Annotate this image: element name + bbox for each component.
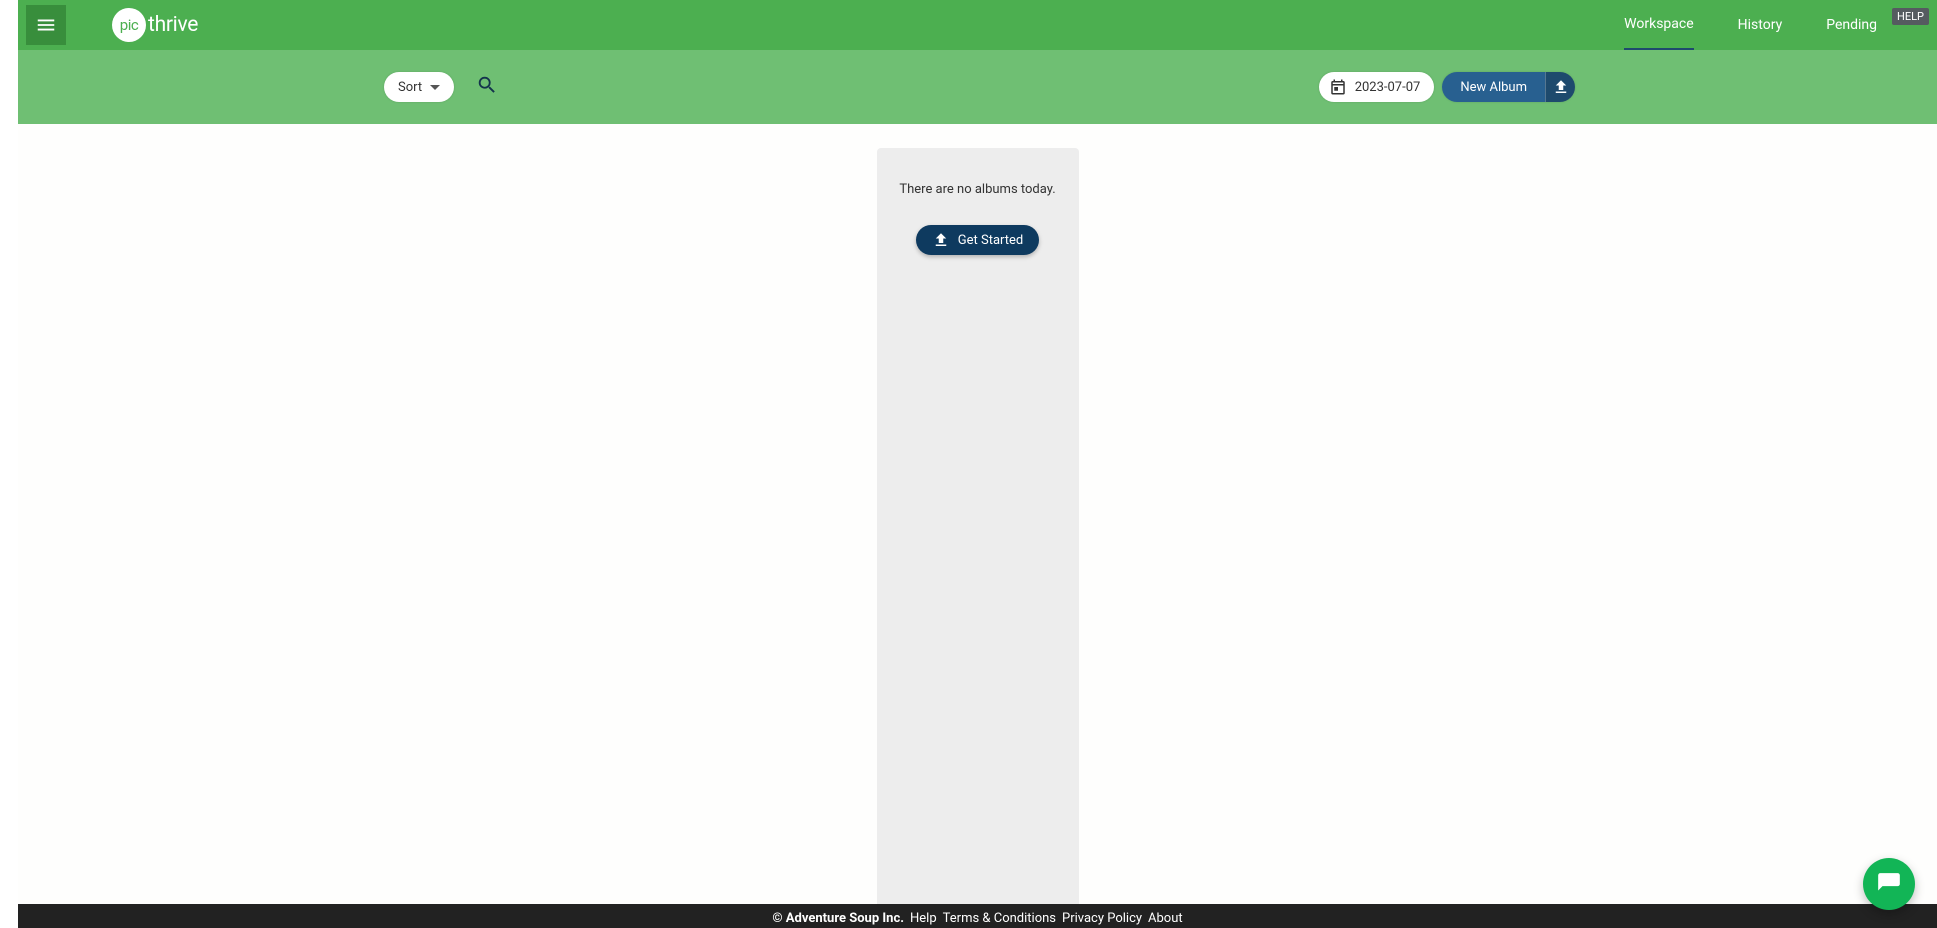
- sort-label: Sort: [398, 80, 422, 95]
- nav-tabs: Workspace History Pending HELP: [1602, 0, 1899, 50]
- new-album-button[interactable]: New Album: [1442, 72, 1545, 102]
- footer-link-label: About: [1148, 911, 1183, 926]
- date-picker-chip[interactable]: 2023-07-07: [1319, 72, 1435, 102]
- tab-label: Pending: [1826, 17, 1877, 33]
- sort-chip[interactable]: Sort: [384, 72, 454, 102]
- tab-workspace[interactable]: Workspace: [1624, 0, 1694, 50]
- footer: © Adventure Soup Inc. Help Terms & Condi…: [18, 904, 1937, 928]
- footer-link-help[interactable]: Help: [910, 911, 937, 926]
- empty-state-message: There are no albums today.: [893, 182, 1063, 197]
- app-root: pic thrive Workspace History Pending HEL…: [18, 0, 1937, 928]
- footer-link-label: Terms & Conditions: [943, 911, 1056, 926]
- tab-label: Workspace: [1624, 16, 1694, 32]
- footer-link-label: Privacy Policy: [1062, 911, 1142, 926]
- chevron-down-icon: [430, 85, 440, 90]
- get-started-label: Get Started: [958, 233, 1023, 248]
- chat-fab[interactable]: [1863, 858, 1915, 910]
- main-content: There are no albums today. Get Started: [18, 124, 1937, 928]
- sub-toolbar-left: Sort: [384, 72, 498, 102]
- upload-icon: [1552, 78, 1570, 96]
- sub-toolbar-right: 2023-07-07 New Album: [1319, 72, 1575, 102]
- search-icon: [476, 74, 498, 96]
- footer-link-about[interactable]: About: [1148, 911, 1183, 926]
- new-album-label: New Album: [1460, 80, 1527, 95]
- brand-logo[interactable]: pic thrive: [112, 8, 198, 42]
- footer-link-terms[interactable]: Terms & Conditions: [943, 911, 1056, 926]
- sub-toolbar: Sort 2023-07-07 New Album: [18, 50, 1937, 124]
- brand-logo-circle-text: pic: [120, 16, 138, 34]
- footer-link-label: Help: [910, 911, 937, 926]
- date-value: 2023-07-07: [1355, 80, 1421, 95]
- empty-state-card: There are no albums today. Get Started: [877, 148, 1079, 928]
- search-button[interactable]: [476, 74, 498, 100]
- footer-copyright: © Adventure Soup Inc.: [772, 911, 904, 926]
- brand-logo-text: thrive: [148, 13, 198, 37]
- calendar-icon: [1329, 78, 1347, 96]
- top-navbar: pic thrive Workspace History Pending HEL…: [18, 0, 1937, 50]
- chat-icon: [1876, 871, 1902, 897]
- get-started-button[interactable]: Get Started: [916, 225, 1039, 255]
- hamburger-menu-button[interactable]: [26, 5, 66, 45]
- help-badge-label: HELP: [1897, 10, 1924, 23]
- tab-pending[interactable]: Pending: [1826, 0, 1877, 50]
- tab-history[interactable]: History: [1738, 0, 1783, 50]
- upload-icon: [932, 231, 950, 249]
- help-badge[interactable]: HELP: [1892, 8, 1929, 25]
- browser-left-gutter: [0, 0, 18, 928]
- tab-label: History: [1738, 17, 1783, 33]
- hamburger-icon: [35, 14, 57, 36]
- new-album-group: New Album: [1442, 72, 1575, 102]
- upload-button[interactable]: [1545, 72, 1575, 102]
- footer-link-privacy[interactable]: Privacy Policy: [1062, 911, 1142, 926]
- brand-logo-circle: pic: [112, 8, 146, 42]
